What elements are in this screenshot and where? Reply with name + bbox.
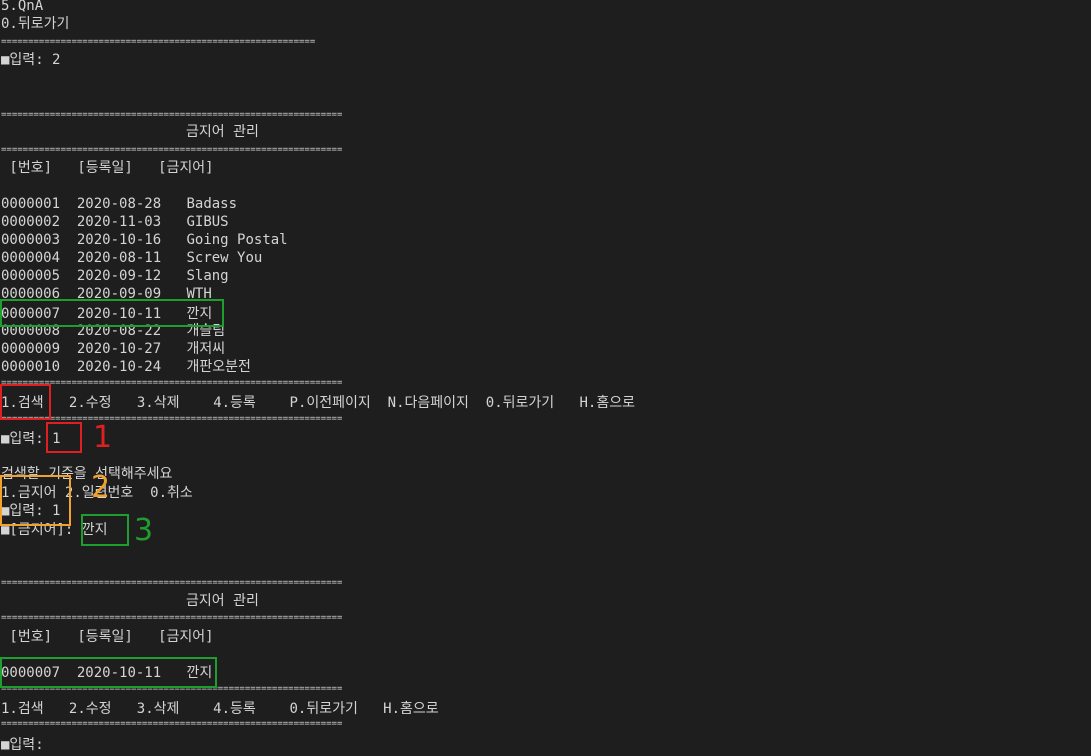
menu-prev-page: P.이전페이지 [289, 395, 371, 411]
row-word: Going Postal [186, 232, 288, 248]
row-word: 개저씨 [186, 341, 226, 357]
menu-home: H.홈으로 [579, 395, 635, 411]
menu-item-back: 0.뒤로가기 [1, 16, 70, 32]
menu-item-qna: 5.QnA [1, 0, 44, 14]
table-row: 0000001 2020-08-28 Badass [1, 195, 237, 213]
row-date: 2020-11-03 [76, 214, 162, 230]
menu-back: 0.뒤로가기 [485, 395, 555, 411]
row-date: 2020-10-24 [76, 359, 162, 375]
menu-edit: 2.수정 [68, 395, 112, 411]
row-word: 개판오분전 [186, 359, 251, 375]
row-word: Slang [186, 268, 229, 284]
console-window: 5.QnA 0.뒤로가기 ===========================… [0, 0, 1091, 756]
step-1-label: 1 [93, 420, 113, 455]
highlight-search-menu-box [0, 384, 51, 420]
menu-delete: 3.삭제 [136, 395, 180, 411]
highlight-criteria-box [0, 475, 71, 526]
separator: ========================================… [1, 719, 343, 729]
separator: ========================================… [1, 110, 343, 120]
row-word: GIBUS [186, 214, 229, 230]
row-word: Screw You [186, 250, 263, 266]
row-number: 0000004 [1, 250, 61, 266]
separator: ========================================… [1, 37, 316, 47]
table-row: 0000009 2020-10-27 개저씨 [1, 340, 225, 358]
input-prompt: ■입력: [1, 737, 44, 753]
row-number: 0000001 [1, 196, 61, 212]
separator: ========================================… [1, 145, 343, 155]
table-row: 0000004 2020-08-11 Screw You [1, 249, 262, 267]
table-header: [번호] [등록일] [금지어] [1, 160, 214, 176]
row-word: Badass [186, 196, 238, 212]
table-row: 0000005 2020-09-12 Slang [1, 267, 229, 285]
prompt-label: ■입력: [1, 431, 44, 447]
row-number: 0000003 [1, 232, 61, 248]
highlight-result-box [0, 657, 217, 688]
separator: ========================================… [1, 578, 343, 588]
step-2-label: 2 [91, 470, 111, 505]
table-row: 0000010 2020-10-24 개판오분전 [1, 358, 251, 376]
menu-register: 4.등록 [213, 395, 256, 411]
row-date: 2020-09-12 [76, 268, 162, 284]
table-row: 0000003 2020-10-16 Going Postal [1, 231, 288, 249]
row-date: 2020-10-27 [76, 341, 162, 357]
highlight-input-box [46, 422, 82, 453]
separator: ========================================… [1, 613, 343, 623]
table-header: [번호] [등록일] [금지어] [1, 629, 214, 645]
screen-title: 금지어 관리 [186, 593, 259, 609]
table-row: 0000002 2020-11-03 GIBUS [1, 213, 229, 231]
screen-title: 금지어 관리 [186, 124, 259, 140]
row-number: 0000002 [1, 214, 61, 230]
menu-next-page: N.다음페이지 [387, 395, 469, 411]
action-menu: 1.검색 2.수정 3.삭제 4.등록 P.이전페이지 N.다음페이지 0.뒤로… [1, 394, 635, 412]
row-number: 0000010 [1, 359, 61, 375]
row-number: 0000009 [1, 341, 61, 357]
row-number: 0000005 [1, 268, 61, 284]
highlight-keyword-box [81, 514, 129, 546]
row-date: 2020-10-16 [76, 232, 162, 248]
highlight-row-box [0, 299, 224, 327]
separator: ========================================… [1, 378, 343, 388]
action-menu: 1.검색 2.수정 3.삭제 4.등록 0.뒤로가기 H.홈으로 [1, 701, 439, 717]
menu-input-prompt: ■입력: 2 [1, 52, 61, 68]
row-date: 2020-08-11 [76, 250, 162, 266]
row-date: 2020-08-28 [76, 196, 162, 212]
step-3-label: 3 [134, 513, 154, 548]
